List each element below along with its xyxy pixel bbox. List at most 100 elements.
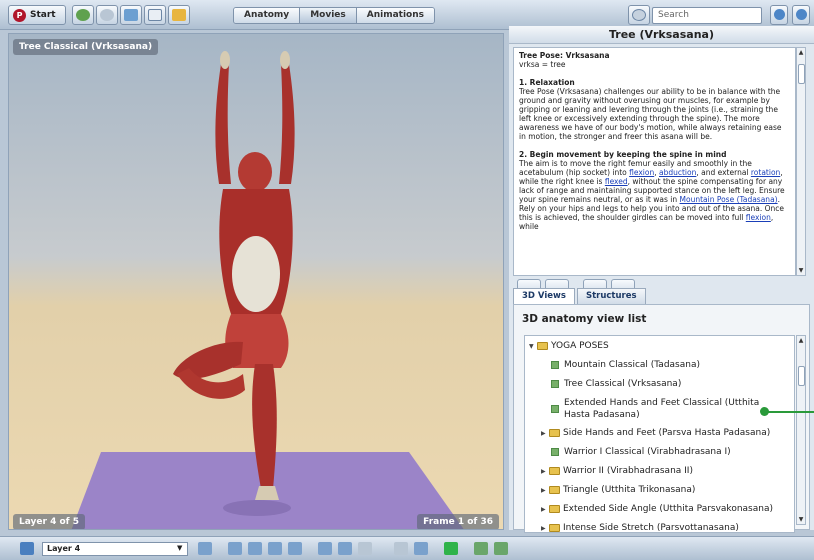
link-flexion[interactable]: flexion — [629, 168, 654, 177]
head — [238, 152, 272, 192]
layer-select[interactable]: Layer 4 — [42, 542, 188, 556]
folder-icon — [124, 9, 138, 21]
tree-item-tree[interactable]: Tree Classical (Vrksasana) — [551, 378, 781, 390]
tree-folder-triangle[interactable]: ▶ Triangle (Utthita Trikonasana) — [541, 484, 781, 497]
folder-icon — [549, 524, 560, 532]
tree-folder-extended-side-angle[interactable]: ▶ Extended Side Angle (Utthita Parsvakona… — [541, 503, 781, 516]
3d-viewer[interactable]: Tree Classical (Vrksasana) Layer 4 of 5 … — [8, 33, 504, 530]
tree-item-label: Warrior II (Virabhadrasana II) — [563, 466, 693, 476]
step-back-icon[interactable] — [248, 542, 262, 555]
panel-tabs: 3D Views Structures — [513, 288, 646, 304]
left-foot — [255, 486, 279, 500]
color-swatch-icon[interactable] — [444, 542, 458, 555]
start-button[interactable]: P Start — [8, 5, 66, 25]
scroll-thumb[interactable] — [798, 64, 805, 84]
views-panel: 3D anatomy view list ▼ YOGA POSES Mountai… — [513, 304, 810, 533]
scroll-down-arrow-icon[interactable]: ▼ — [797, 515, 805, 524]
figure-shadow — [223, 500, 291, 516]
layers-icon[interactable] — [20, 542, 34, 555]
folder-icon — [549, 429, 560, 437]
globe-button[interactable] — [770, 5, 788, 25]
pose-heading: Tree Pose: Vrksasana — [519, 51, 610, 60]
collapsed-arrow-icon: ▶ — [541, 468, 546, 475]
tree-item-label: Extended Side Angle (Utthita Parsvakonas… — [563, 504, 773, 514]
home-icon — [172, 9, 186, 21]
tree-folder-warrior-2[interactable]: ▶ Warrior II (Virabhadrasana II) — [541, 465, 781, 478]
tree-item-mountain[interactable]: Mountain Classical (Tadasana) — [551, 359, 781, 371]
link-mountain-pose[interactable]: Mountain Pose (Tadasana) — [680, 195, 778, 204]
link-rotation[interactable]: rotation — [751, 168, 780, 177]
scroll-thumb[interactable] — [798, 366, 805, 386]
start-label: Start — [30, 10, 56, 20]
tree-folder-side-hands[interactable]: ▶ Side Hands and Feet (Parsva Hasta Padas… — [541, 427, 781, 440]
window-icon — [148, 9, 162, 21]
view-title-label: Tree Classical (Vrksasana) — [13, 39, 159, 55]
window-button[interactable] — [144, 5, 166, 25]
section-1-text: Tree Pose (Vrksasana) challenges our abi… — [519, 87, 782, 141]
left-arm — [215, 64, 231, 184]
expanded-arrow-icon: ▼ — [529, 343, 534, 350]
tab-structures[interactable]: Structures — [576, 288, 646, 304]
collapsed-arrow-icon: ▶ — [541, 487, 546, 494]
help-button[interactable] — [792, 5, 810, 25]
forward-button[interactable] — [96, 5, 118, 25]
pose-subtitle: vrksa = tree — [519, 60, 566, 69]
scroll-down-arrow-icon[interactable]: ▼ — [797, 266, 805, 275]
anatomy-model-figure — [71, 51, 464, 529]
collapsed-arrow-icon: ▶ — [541, 430, 546, 437]
globe-icon — [773, 9, 785, 20]
person-icon[interactable] — [494, 542, 508, 555]
forward-arrow-icon — [100, 9, 114, 21]
tree-item-label: Tree Classical (Vrksasana) — [564, 379, 682, 389]
rotate-icon[interactable] — [228, 542, 242, 555]
link-abduction[interactable]: abduction — [659, 168, 696, 177]
layer-indicator: Layer 4 of 5 — [13, 514, 85, 529]
tab-anatomy[interactable]: Anatomy — [234, 8, 301, 23]
back-button[interactable] — [72, 5, 94, 25]
tree-item-label: Warrior I Classical (Virabhadrasana I) — [564, 447, 731, 457]
tree-item-label: Intense Side Stretch (Parsvottanasana) — [563, 523, 739, 533]
tree-folder-intense-side-stretch[interactable]: ▶ Intense Side Stretch (Parsvottanasana) — [541, 522, 781, 533]
step-forward-icon[interactable] — [288, 542, 302, 555]
tab-3d-views[interactable]: 3D Views — [513, 288, 575, 304]
views-scrollbar[interactable]: ▲ ▼ — [796, 335, 806, 525]
tree-item-label: Extended Hands and Feet Classical (Utthi… — [564, 398, 760, 420]
folder-icon — [549, 467, 560, 475]
search-icon — [632, 9, 646, 21]
zoom-icon[interactable] — [338, 542, 352, 555]
help-icon — [795, 9, 807, 20]
home-view-icon[interactable] — [198, 542, 212, 555]
scroll-up-arrow-icon[interactable]: ▲ — [797, 336, 805, 345]
tree-folder-yoga-poses[interactable]: ▼ YOGA POSES — [529, 340, 609, 353]
views-tree: ▼ YOGA POSES Mountain Classical (Tadasana… — [524, 335, 795, 533]
folder-button[interactable] — [120, 5, 142, 25]
view-icon — [551, 361, 559, 369]
link-flexion-2[interactable]: flexion — [746, 213, 771, 222]
encyclopedia-scrollbar[interactable]: ▲ ▼ — [796, 47, 806, 276]
search-button[interactable] — [628, 5, 650, 25]
dropdown-arrow-icon[interactable]: ▼ — [177, 544, 182, 552]
search-input[interactable]: Search — [652, 7, 762, 24]
folder-icon — [537, 342, 548, 350]
section-2-heading: 2. Begin movement by keeping the spine i… — [519, 150, 727, 159]
frame-indicator: Frame 1 of 36 — [417, 514, 499, 529]
link-flexed[interactable]: flexed — [605, 177, 628, 186]
tab-animations[interactable]: Animations — [356, 8, 434, 23]
scroll-up-arrow-icon[interactable]: ▲ — [797, 48, 805, 57]
tools-icon[interactable] — [474, 542, 488, 555]
view-icon — [551, 448, 559, 456]
tab-movies[interactable]: Movies — [300, 8, 357, 23]
print-icon[interactable] — [394, 542, 408, 555]
play-icon[interactable] — [268, 542, 282, 555]
home-button[interactable] — [168, 5, 190, 25]
tree-item-extended-hands[interactable]: Extended Hands and Feet Classical (Utthi… — [551, 397, 781, 421]
views-title: 3D anatomy view list — [522, 313, 647, 325]
encyclopedia-title: Tree (Vrksasana) — [509, 26, 814, 44]
abdomen — [232, 236, 280, 312]
pan-icon[interactable] — [318, 542, 332, 555]
transparency-icon[interactable] — [358, 542, 372, 555]
right-panel: Tree (Vrksasana) Tree Pose: Vrksasana vr… — [509, 26, 814, 533]
save-icon[interactable] — [414, 542, 428, 555]
tree-item-warrior-1[interactable]: Warrior I Classical (Virabhadrasana I) — [551, 446, 781, 458]
logo-icon: P — [13, 8, 26, 22]
